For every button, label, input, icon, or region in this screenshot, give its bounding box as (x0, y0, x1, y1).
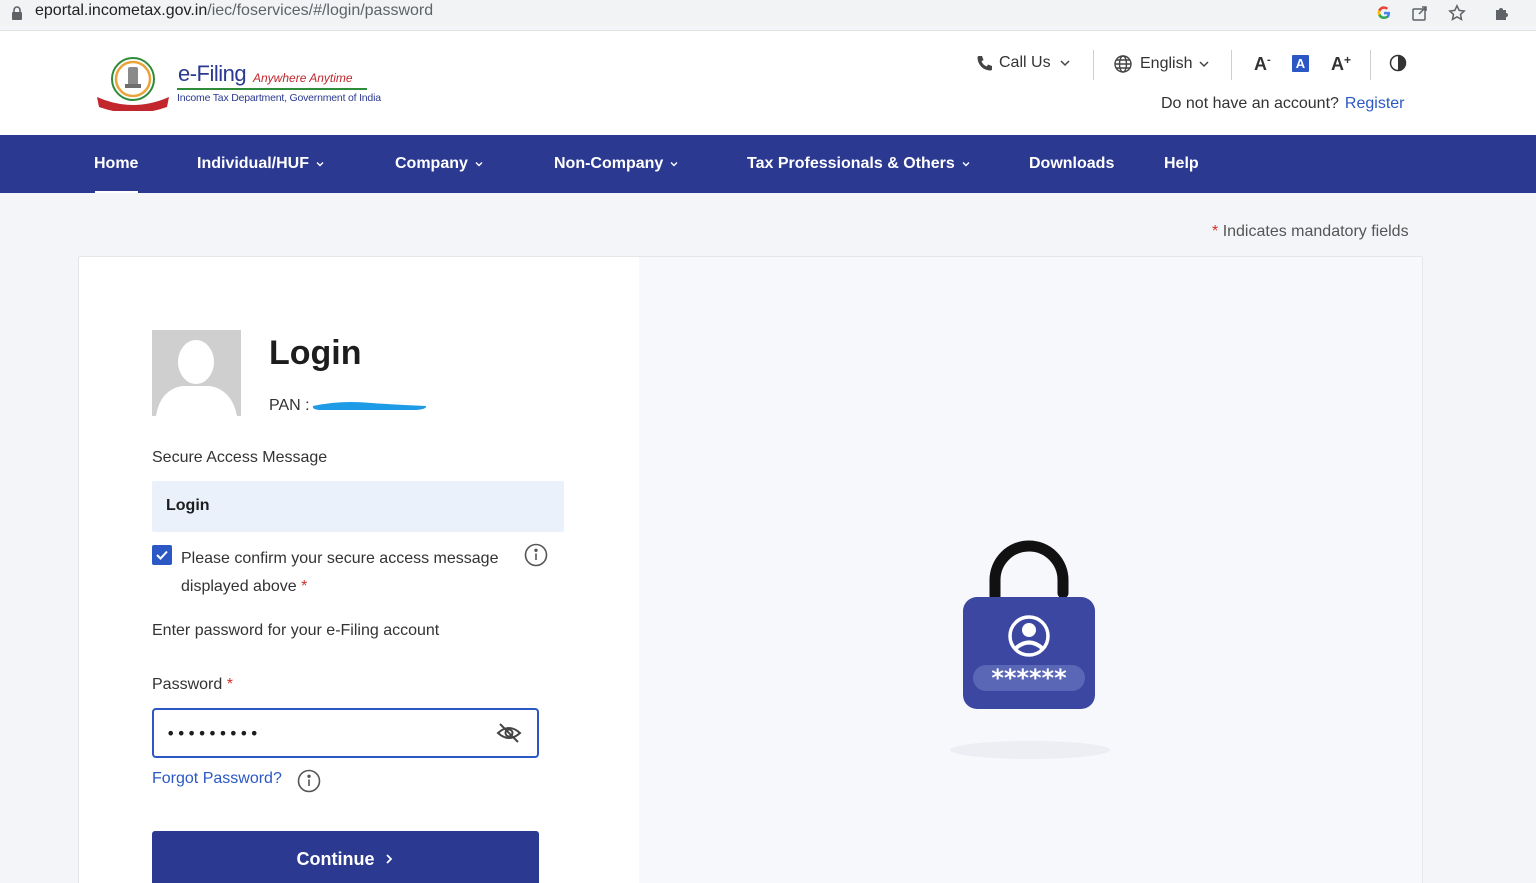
avatar (152, 330, 241, 416)
chevron-down-icon (1199, 61, 1210, 68)
checkmark-icon (156, 550, 168, 560)
extensions-icon[interactable] (1491, 2, 1513, 24)
nav-home[interactable]: Home (94, 155, 138, 173)
font-increase-label: A (1331, 54, 1344, 74)
info-icon[interactable] (297, 769, 321, 793)
url-path: /iec/foservices/#/login/password (207, 2, 434, 19)
required-asterisk: * (1212, 223, 1219, 240)
brand-tagline: Anywhere Anytime (253, 71, 353, 85)
main-nav: Home Individual/HUF Company Non-Company … (0, 135, 1536, 193)
nav-downloads[interactable]: Downloads (1029, 155, 1114, 173)
enter-password-hint: Enter password for your e-Filing account (152, 622, 440, 639)
nav-individual-huf-label: Individual/HUF (197, 155, 309, 172)
password-label-text: Password (152, 676, 223, 693)
password-mask-text: ****** (991, 664, 1067, 692)
google-icon[interactable] (1373, 2, 1395, 24)
call-us-menu[interactable]: Call Us (976, 54, 1071, 72)
nav-non-company-label: Non-Company (554, 155, 664, 172)
nav-tax-professionals-label: Tax Professionals & Others (747, 155, 955, 172)
font-decrease-label: A (1254, 54, 1267, 74)
header-divider (1231, 50, 1232, 80)
continue-button[interactable]: Continue (152, 831, 539, 883)
password-input[interactable] (152, 708, 539, 758)
confirm-label-text: Please confirm your secure access messag… (181, 550, 499, 595)
eye-off-icon[interactable] (496, 722, 522, 744)
nav-individual-huf[interactable]: Individual/HUF (197, 155, 325, 173)
secure-access-label: Secure Access Message (152, 449, 328, 466)
url-text[interactable]: eportal.incometax.gov.in/iec/foservices/… (35, 2, 433, 20)
pan-label: PAN : (269, 397, 310, 414)
password-label: Password * (152, 676, 233, 694)
star-icon[interactable] (1446, 2, 1468, 24)
nav-company[interactable]: Company (395, 155, 484, 173)
user-silhouette-icon (156, 340, 237, 416)
font-decrease-button[interactable]: A- (1254, 54, 1271, 75)
nav-home-label: Home (94, 155, 139, 172)
confirm-label: Please confirm your secure access messag… (181, 545, 521, 601)
header-divider (1370, 50, 1371, 80)
header-divider (1093, 50, 1094, 80)
font-reset-label: A (1292, 55, 1309, 72)
language-label: English (1140, 55, 1193, 72)
chevron-down-icon (962, 162, 970, 167)
continue-label: Continue (296, 848, 375, 869)
account-prompt: Do not have an account? Register (1161, 95, 1404, 113)
chevron-down-icon (316, 162, 324, 167)
browser-toolbar: eportal.incometax.gov.in/iec/foservices/… (0, 0, 1536, 26)
emblem-logo[interactable] (95, 55, 171, 111)
chevron-down-icon (670, 162, 678, 167)
brand-subtitle: Income Tax Department, Government of Ind… (177, 92, 381, 104)
secure-access-message: Login (166, 497, 210, 514)
call-us-label: Call Us (999, 54, 1051, 71)
url-domain: eportal.incometax.gov.in (35, 2, 208, 19)
phone-icon (977, 56, 992, 71)
secure-access-message-box: Login (152, 481, 564, 532)
account-prompt-text: Do not have an account? (1161, 95, 1339, 112)
required-asterisk: * (301, 578, 308, 595)
nav-non-company[interactable]: Non-Company (554, 155, 679, 173)
nav-help-label: Help (1164, 155, 1199, 172)
contrast-toggle[interactable] (1389, 54, 1407, 72)
nav-help[interactable]: Help (1164, 155, 1199, 173)
font-increase-button[interactable]: A + (1331, 53, 1351, 75)
contrast-icon (1389, 54, 1407, 72)
brand-title: e-Filing (178, 61, 247, 86)
page-title: Login (269, 334, 362, 372)
nav-downloads-label: Downloads (1029, 155, 1115, 172)
font-reset-button[interactable]: A (1292, 55, 1309, 72)
lock-icon[interactable] (10, 5, 24, 21)
info-icon[interactable] (524, 543, 548, 567)
mandatory-note-text: Indicates mandatory fields (1222, 223, 1409, 240)
padlock-illustration-icon: ****** (950, 540, 1110, 759)
forgot-password-link[interactable]: Forgot Password? (152, 770, 282, 788)
required-asterisk: * (226, 676, 233, 693)
brand-divider (177, 88, 367, 90)
register-link[interactable]: Register (1345, 95, 1405, 112)
pan-redaction-mark (312, 402, 427, 410)
share-icon[interactable] (1409, 2, 1431, 24)
address-bar[interactable]: eportal.incometax.gov.in/iec/foservices/… (0, 0, 1476, 26)
language-menu[interactable]: English (1113, 54, 1210, 74)
globe-icon (1114, 55, 1132, 73)
mandatory-note: * Indicates mandatory fields (1212, 223, 1409, 241)
chevron-down-icon (475, 162, 483, 167)
chevron-down-icon (1060, 60, 1070, 67)
chevron-right-icon (385, 854, 392, 864)
confirm-checkbox[interactable] (152, 545, 172, 565)
site-header: e-Filing Anywhere Anytime Income Tax Dep… (0, 30, 1536, 135)
nav-company-label: Company (395, 155, 468, 172)
nav-tax-professionals[interactable]: Tax Professionals & Others (747, 155, 971, 173)
nav-active-indicator (95, 191, 138, 193)
